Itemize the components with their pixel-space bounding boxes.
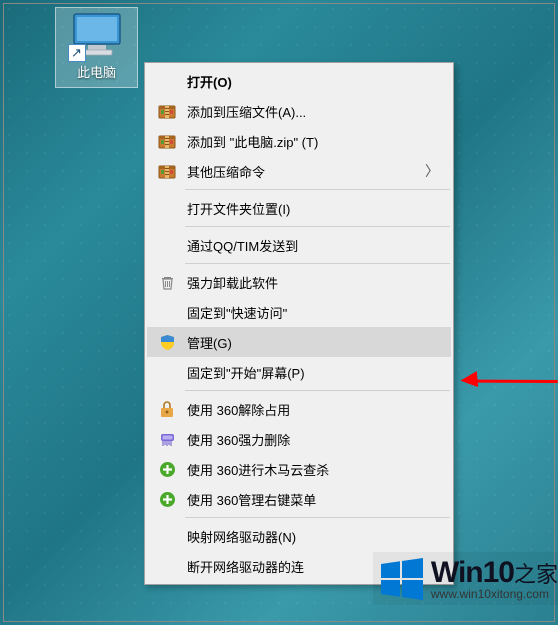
watermark-title: Win10 xyxy=(431,556,514,589)
menu-360-trojan-scan[interactable]: 使用 360进行木马云查杀 xyxy=(147,454,451,484)
menu-add-to-archive[interactable]: 添加到压缩文件(A)... xyxy=(147,96,451,126)
shortcut-arrow-icon: ↗ xyxy=(68,44,86,62)
plus-circle-icon xyxy=(157,459,177,479)
this-pc-desktop-icon[interactable]: ↗ 此电脑 xyxy=(55,7,138,88)
menu-map-network-drive[interactable]: 映射网络驱动器(N) xyxy=(147,521,451,551)
shield-icon xyxy=(157,332,177,352)
context-menu: 打开(O) 添加到压缩文件(A)... 添加到 "此电脑.zip" (T) 其他… xyxy=(144,62,454,585)
trash-icon xyxy=(157,272,177,292)
separator xyxy=(185,517,450,518)
menu-360-manage-rc-menu[interactable]: 使用 360管理右键菜单 xyxy=(147,484,451,514)
menu-add-to-zip[interactable]: 添加到 "此电脑.zip" (T) xyxy=(147,126,451,156)
separator xyxy=(185,189,450,190)
shredder-icon xyxy=(157,429,177,449)
menu-manage[interactable]: 管理(G) xyxy=(147,327,451,357)
menu-360-unlock[interactable]: 使用 360解除占用 xyxy=(147,394,451,424)
menu-pin-start[interactable]: 固定到"开始"屏幕(P) xyxy=(147,357,451,387)
archive-icon xyxy=(157,101,177,121)
menu-360-force-delete[interactable]: 使用 360强力删除 xyxy=(147,424,451,454)
archive-icon xyxy=(157,161,177,181)
menu-open[interactable]: 打开(O) xyxy=(147,66,451,96)
menu-open-folder-location[interactable]: 打开文件夹位置(I) xyxy=(147,193,451,223)
archive-icon xyxy=(157,131,177,151)
chevron-right-icon: 〉 xyxy=(425,161,439,181)
pc-icon: ↗ xyxy=(68,12,126,58)
watermark: Win10之家 www.win10xitong.com xyxy=(373,552,558,605)
menu-send-qq-tim[interactable]: 通过QQ/TIM发送到 xyxy=(147,230,451,260)
menu-force-uninstall[interactable]: 强力卸载此软件 xyxy=(147,267,451,297)
menu-pin-quick-access[interactable]: 固定到"快速访问" xyxy=(147,297,451,327)
watermark-url: www.win10xitong.com xyxy=(431,587,558,601)
separator xyxy=(185,226,450,227)
separator xyxy=(185,263,450,264)
lock-icon xyxy=(157,399,177,419)
desktop-icon-label: 此电脑 xyxy=(59,62,134,81)
separator xyxy=(185,390,450,391)
menu-other-compress[interactable]: 其他压缩命令 〉 xyxy=(147,156,451,186)
windows-logo-icon xyxy=(381,558,423,600)
plus-circle-icon xyxy=(157,489,177,509)
